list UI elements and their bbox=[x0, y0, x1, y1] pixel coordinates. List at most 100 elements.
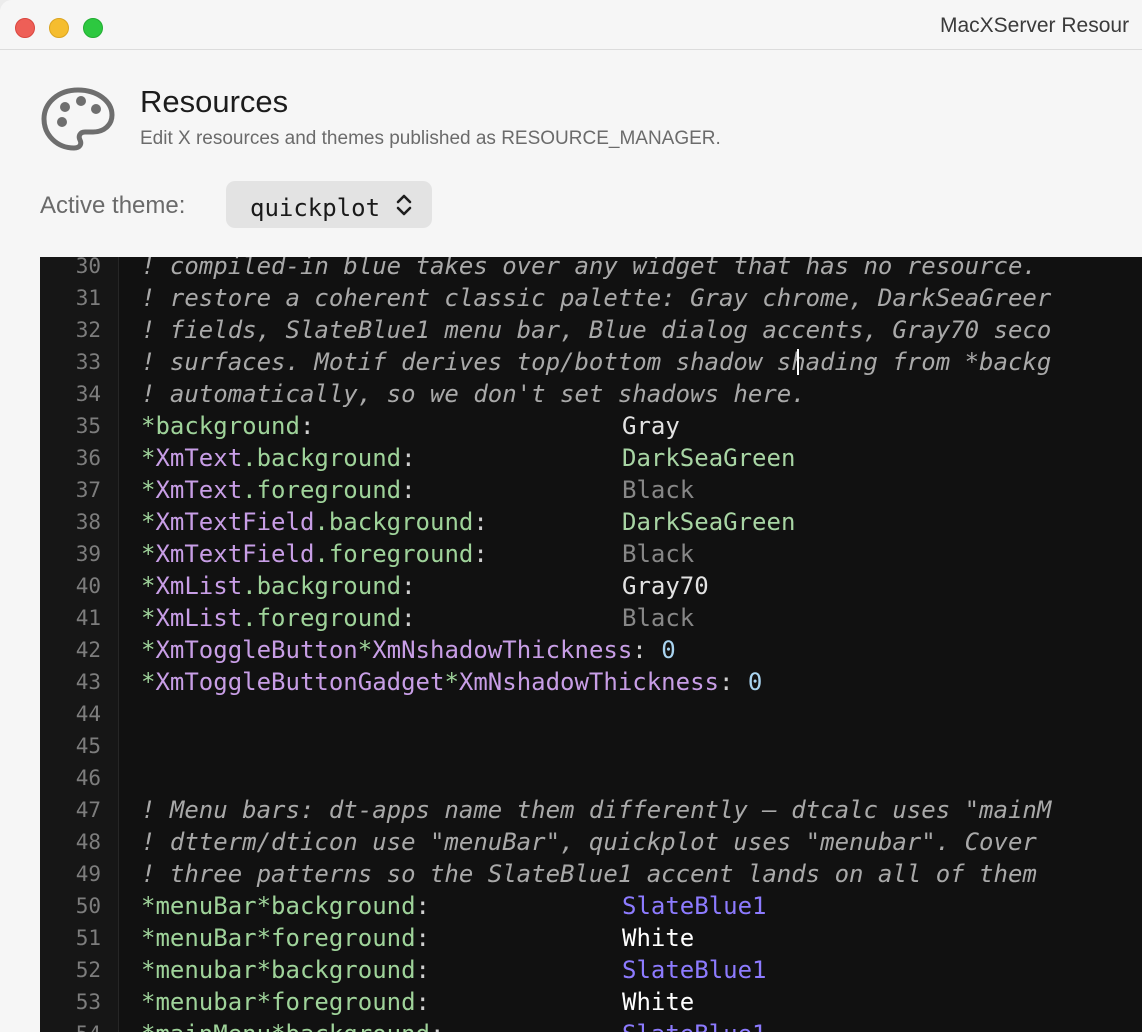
colon-separator: : bbox=[718, 668, 734, 696]
comment-text: ! compiled-in blue takes over any widget… bbox=[141, 257, 1037, 280]
code-line[interactable]: 48 ! dtterm/dticon use "menuBar", quickpl… bbox=[40, 826, 1142, 858]
line-number: 50 bbox=[75, 894, 101, 918]
code-line[interactable]: 52 *menubar*background: SlateBlue1 bbox=[40, 954, 1142, 986]
comment-text: ! fields, SlateBlue1 menu bar, Blue dial… bbox=[141, 316, 1052, 344]
resource-key: * bbox=[141, 508, 156, 536]
colon-separator: : bbox=[299, 412, 315, 440]
active-theme-select[interactable]: quickplot bbox=[226, 181, 432, 228]
resource-class: XmList bbox=[155, 572, 243, 600]
active-theme-value: quickplot bbox=[250, 194, 381, 222]
resource-class: XmTextField bbox=[155, 540, 315, 568]
resource-key: * bbox=[141, 636, 156, 664]
code-line[interactable]: 39 *XmTextField.foreground: Black bbox=[40, 538, 1142, 570]
line-number: 46 bbox=[75, 766, 101, 790]
comment-text: ! automatically, so we don't set shadows… bbox=[141, 380, 806, 408]
code-line[interactable]: 30 ! compiled-in blue takes over any widg… bbox=[40, 257, 1142, 282]
line-number: 31 bbox=[75, 286, 101, 310]
code-text: ! compiled-in blue takes over any widget… bbox=[141, 257, 1037, 282]
code-text: *background: bbox=[141, 410, 314, 442]
chevron-up-down-icon bbox=[396, 194, 412, 216]
line-number: 33 bbox=[75, 350, 101, 374]
code-line[interactable]: 31 ! restore a coherent classic palette: … bbox=[40, 282, 1142, 314]
active-theme-label: Active theme: bbox=[40, 192, 186, 219]
minimize-window-button[interactable] bbox=[49, 18, 69, 38]
resource-attribute: .background bbox=[242, 572, 402, 600]
code-line[interactable]: 43 *XmToggleButtonGadget*XmNshadowThickne… bbox=[40, 666, 1142, 698]
code-text: *XmText.foreground: bbox=[141, 474, 416, 506]
code-line[interactable]: 37 *XmText.foreground: Black bbox=[40, 474, 1142, 506]
resource-value: SlateBlue1 bbox=[622, 956, 767, 984]
line-number: 45 bbox=[75, 734, 101, 758]
code-line[interactable]: 42 *XmToggleButton*XmNshadowThickness: 0 bbox=[40, 634, 1142, 666]
resource-class: XmList bbox=[155, 604, 243, 632]
line-number: 36 bbox=[75, 446, 101, 470]
resource-number-value: 0 bbox=[661, 636, 676, 664]
resource-value: DarkSeaGreen bbox=[622, 508, 796, 536]
comment-text: ! three patterns so the SlateBlue1 accen… bbox=[141, 860, 1037, 888]
code-line[interactable]: 51 *menuBar*foreground: White bbox=[40, 922, 1142, 954]
code-line[interactable]: 47 ! Menu bars: dt-apps name them differe… bbox=[40, 794, 1142, 826]
resource-key: * bbox=[141, 668, 156, 696]
close-window-button[interactable] bbox=[15, 18, 35, 38]
comment-text: ! restore a coherent classic palette: Gr… bbox=[141, 284, 1052, 312]
resource-key: *menuBar*background bbox=[141, 892, 416, 920]
code-line[interactable]: 33 ! surfaces. Motif derives top/bottom s… bbox=[40, 346, 1142, 378]
code-text: ! Menu bars: dt-apps name them different… bbox=[141, 794, 1051, 826]
code-text: *menuBar*background: bbox=[141, 890, 430, 922]
resource-number-value: 0 bbox=[747, 668, 763, 696]
resource-key: * bbox=[141, 604, 156, 632]
code-text: ! restore a coherent classic palette: Gr… bbox=[141, 282, 1051, 314]
resource-attribute: .foreground bbox=[242, 476, 402, 504]
code-text: *menubar*foreground: bbox=[141, 986, 430, 1018]
page-subtitle: Edit X resources and themes published as… bbox=[140, 128, 721, 149]
code-text: *XmTextField.foreground: bbox=[141, 538, 488, 570]
colon-separator: : bbox=[415, 956, 430, 984]
code-line[interactable]: 38 *XmTextField.background: DarkSeaGreen bbox=[40, 506, 1142, 538]
resource-class: XmNshadowThickness bbox=[372, 636, 633, 664]
window-title: MacXServer Resour bbox=[940, 14, 1130, 37]
palette-icon bbox=[41, 87, 115, 151]
resource-key: *menuBar*foreground bbox=[141, 924, 416, 952]
code-line[interactable]: 44 bbox=[40, 698, 1142, 730]
zoom-window-button[interactable] bbox=[83, 18, 103, 38]
resource-key: * bbox=[444, 668, 459, 696]
colon-separator: : bbox=[401, 476, 416, 504]
resource-key: *mainMenu*background bbox=[141, 1020, 430, 1032]
code-line[interactable]: 41 *XmList.foreground: Black bbox=[40, 602, 1142, 634]
code-line[interactable]: 46 bbox=[40, 762, 1142, 794]
code-line[interactable]: 34 ! automatically, so we don't set shado… bbox=[40, 378, 1142, 410]
code-line[interactable]: 35 *background: Gray bbox=[40, 410, 1142, 442]
resource-attribute: .background bbox=[314, 508, 474, 536]
code-text: *XmTextField.background: bbox=[141, 506, 488, 538]
line-number: 51 bbox=[75, 926, 101, 950]
code-line[interactable]: 50 *menuBar*background: SlateBlue1 bbox=[40, 890, 1142, 922]
page-title: Resources bbox=[140, 84, 289, 119]
line-number: 35 bbox=[75, 414, 101, 438]
code-line[interactable]: 32 ! fields, SlateBlue1 menu bar, Blue di… bbox=[40, 314, 1142, 346]
line-number: 52 bbox=[75, 958, 101, 982]
code-line[interactable]: 45 bbox=[40, 730, 1142, 762]
code-text: ! surfaces. Motif derives top/bottom sha… bbox=[141, 346, 1051, 378]
code-text: *XmToggleButtonGadget*XmNshadowThickness… bbox=[141, 666, 762, 698]
code-line[interactable]: 54 *mainMenu*background: SlateBlue1 bbox=[40, 1018, 1142, 1032]
code-text: *XmToggleButton*XmNshadowThickness: 0 bbox=[141, 634, 676, 666]
resource-value: Gray70 bbox=[622, 572, 709, 600]
code-line[interactable]: 49 ! three patterns so the SlateBlue1 acc… bbox=[40, 858, 1142, 890]
resource-editor[interactable]: 30 ! compiled-in blue takes over any widg… bbox=[40, 257, 1142, 1032]
colon-separator: : bbox=[430, 1020, 444, 1032]
line-number: 44 bbox=[75, 702, 101, 726]
code-text: *mainMenu*background: bbox=[141, 1018, 444, 1032]
line-number: 38 bbox=[75, 510, 101, 534]
app-window: MacXServer Resour Resources Edit X resou… bbox=[0, 0, 1142, 1032]
colon-separator: : bbox=[401, 604, 416, 632]
code-line[interactable]: 53 *menubar*foreground: White bbox=[40, 986, 1142, 1018]
line-number: 40 bbox=[75, 574, 101, 598]
colon-separator: : bbox=[401, 572, 416, 600]
resource-key: * bbox=[141, 572, 156, 600]
code-line[interactable]: 40 *XmList.background: Gray70 bbox=[40, 570, 1142, 602]
line-number: 47 bbox=[75, 798, 101, 822]
code-line[interactable]: 36 *XmText.background: DarkSeaGreen bbox=[40, 442, 1142, 474]
colon-separator: : bbox=[473, 540, 488, 568]
code-text: *XmText.background: bbox=[141, 442, 416, 474]
resource-attribute: .foreground bbox=[314, 540, 474, 568]
